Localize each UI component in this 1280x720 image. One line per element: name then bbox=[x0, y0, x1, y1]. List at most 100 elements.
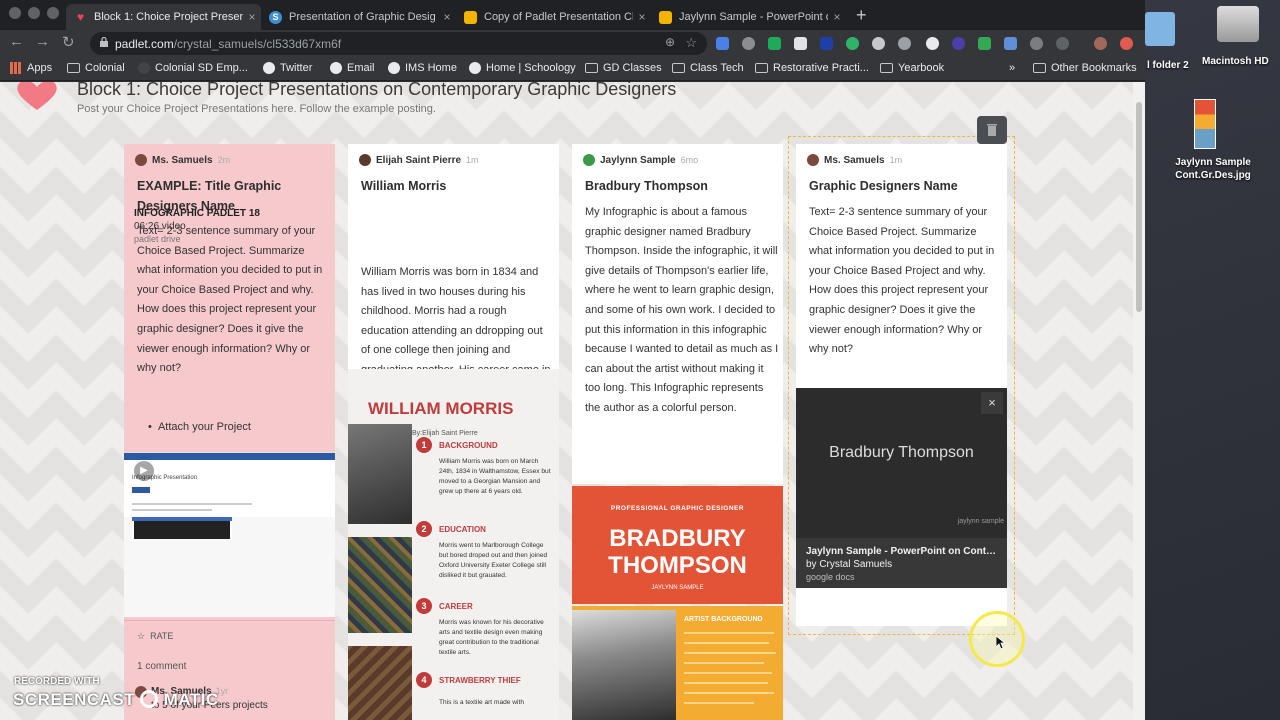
hard-drive-icon[interactable] bbox=[1217, 6, 1259, 42]
page-scrollbar[interactable] bbox=[1133, 82, 1145, 720]
bookmarks-overflow[interactable]: » bbox=[1009, 62, 1015, 74]
forward-arrow-icon[interactable]: → bbox=[35, 33, 50, 50]
trash-icon bbox=[987, 124, 997, 136]
bookmark-folder[interactable]: Class Tech bbox=[672, 62, 744, 74]
extension-icon[interactable] bbox=[820, 37, 833, 50]
apps-grid-icon bbox=[10, 62, 22, 74]
star-icon[interactable]: ☆ bbox=[685, 35, 697, 51]
tab-schoology[interactable]: S Presentation of Graphic Desig × bbox=[261, 4, 456, 30]
globe-icon bbox=[330, 62, 342, 74]
attachment-info: Jaylynn Sample - PowerPoint on Contem...… bbox=[796, 538, 1007, 588]
bookmarks-bar: Apps Colonial Colonial SD Emp... Twitter… bbox=[0, 57, 1145, 81]
post-bullet: • Attach your Project bbox=[148, 421, 251, 433]
william-morris-infographic[interactable]: WILLIAM MORRIS By:Elijah Saint Pierre 1 … bbox=[348, 369, 559, 720]
extension-icon[interactable] bbox=[952, 37, 965, 50]
bradbury-infographic-header[interactable]: PROFESSIONAL GRAPHIC DESIGNER BRADBURY T… bbox=[572, 486, 783, 604]
play-icon[interactable]: ▶ bbox=[134, 461, 154, 481]
post-author: Ms. Samuels 2m bbox=[135, 153, 230, 167]
zoom-window-icon[interactable] bbox=[47, 7, 59, 19]
bookmark-folder[interactable]: Restorative Practi... bbox=[755, 62, 869, 74]
schoology-icon bbox=[469, 62, 481, 74]
board-title: Block 1: Choice Project Presentations on… bbox=[77, 82, 677, 99]
close-tab-icon[interactable]: × bbox=[633, 10, 651, 24]
colonial-icon bbox=[138, 62, 150, 74]
attachment-thumbnail[interactable]: Infographic Presentation ▶ bbox=[124, 452, 335, 517]
update-icon[interactable] bbox=[1120, 37, 1133, 50]
back-arrow-icon[interactable]: ← bbox=[9, 33, 24, 50]
desktop-file-label: Jaylynn Sample Cont.Gr.Des.jpg bbox=[1175, 157, 1251, 181]
post-author: Jaylynn Sample 6mo bbox=[583, 153, 698, 167]
google-doc-attachment[interactable]: Bradbury Thompson jaylynn sample × Jayly… bbox=[796, 388, 1007, 588]
desktop: l folder 2 Macintosh HD Jaylynn Sample C… bbox=[1145, 0, 1280, 720]
tab-bar: ♥ Block 1: Choice Project Presen × S Pre… bbox=[0, 0, 1145, 30]
post-body: Text= 2-3 sentence summary of your Choic… bbox=[809, 206, 995, 356]
extension-icon[interactable] bbox=[1030, 37, 1043, 50]
attachment-source: padlet drive bbox=[134, 234, 181, 244]
post-card-william-morris[interactable]: Elijah Saint Pierre 1m William Morris Wi… bbox=[348, 144, 559, 415]
lock-icon bbox=[100, 37, 108, 47]
folder-icon bbox=[1033, 63, 1046, 73]
post-card-graphic-designer[interactable]: Ms. Samuels 1m Graphic Designers Name Te… bbox=[796, 144, 1007, 626]
folder-icon bbox=[585, 63, 598, 73]
remove-attachment-icon[interactable]: × bbox=[981, 392, 1003, 414]
extension-icon[interactable] bbox=[1004, 37, 1017, 50]
avatar bbox=[807, 154, 819, 166]
close-tab-icon[interactable]: × bbox=[828, 10, 846, 24]
attachment-title: INFOGRAPHIC PADLET 18 bbox=[134, 208, 260, 219]
tab-slides-jaylynn[interactable]: Jaylynn Sample - PowerPoint o × bbox=[651, 4, 846, 30]
bookmark-apps[interactable]: Apps bbox=[10, 62, 52, 74]
reload-icon[interactable]: ↻ bbox=[62, 33, 75, 51]
tab-padlet[interactable]: ♥ Block 1: Choice Project Presen × bbox=[66, 4, 261, 30]
extension-icon[interactable] bbox=[742, 37, 755, 50]
watermark-line1: RECORDED WITH bbox=[14, 676, 100, 687]
bookmark-link[interactable]: Twitter bbox=[263, 62, 312, 74]
close-tab-icon[interactable]: × bbox=[438, 10, 456, 24]
extension-icon[interactable] bbox=[978, 37, 991, 50]
extension-icon[interactable] bbox=[794, 37, 807, 50]
desktop-drive-label: Macintosh HD bbox=[1202, 56, 1269, 67]
post-card-bradbury-thompson[interactable]: Jaylynn Sample 6mo Bradbury Thompson My … bbox=[572, 144, 783, 484]
bradbury-infographic-body[interactable]: ARTIST BACKGROUND bbox=[572, 606, 783, 720]
close-tab-icon[interactable]: × bbox=[243, 10, 261, 24]
rate-button[interactable]: ☆ RATE bbox=[137, 631, 173, 642]
slides-icon bbox=[464, 10, 477, 24]
extension-icon[interactable] bbox=[926, 37, 939, 50]
textile-pattern bbox=[348, 646, 412, 720]
image-file-icon[interactable] bbox=[1194, 99, 1216, 149]
bookmark-link[interactable]: Colonial SD Emp... bbox=[138, 62, 248, 74]
new-tab-button[interactable]: + bbox=[856, 5, 867, 26]
bookmark-folder[interactable]: GD Classes bbox=[585, 62, 662, 74]
board-subtitle: Post your Choice Project Presentations h… bbox=[77, 103, 436, 115]
bookmark-folder[interactable]: Colonial bbox=[67, 62, 125, 74]
add-icon[interactable]: ⊕ bbox=[665, 35, 675, 49]
minimize-window-icon[interactable] bbox=[28, 7, 40, 19]
avatar bbox=[359, 154, 371, 166]
close-window-icon[interactable] bbox=[9, 7, 21, 19]
translate-extension-icon[interactable] bbox=[716, 37, 729, 50]
padlet-heart-icon bbox=[17, 82, 57, 110]
scrollbar-thumb[interactable] bbox=[1136, 102, 1142, 312]
post-card-example[interactable]: Ms. Samuels 2m EXAMPLE: Title Graphic De… bbox=[124, 144, 335, 720]
avatar bbox=[135, 154, 147, 166]
delete-post-button[interactable] bbox=[977, 116, 1007, 144]
extension-icon[interactable] bbox=[898, 37, 911, 50]
bookmark-folder[interactable]: Yearbook bbox=[880, 62, 944, 74]
heart-icon: ♥ bbox=[76, 10, 85, 24]
comment-count[interactable]: 1 comment bbox=[137, 661, 186, 672]
bookmark-link[interactable]: Home | Schoology bbox=[469, 62, 576, 74]
extension-icon[interactable] bbox=[872, 37, 885, 50]
address-bar[interactable]: padlet.com/crystal_samuels/cl533d67xm6f … bbox=[90, 32, 707, 55]
extension-icon[interactable] bbox=[768, 37, 781, 50]
desktop-folder-label: l folder 2 bbox=[1147, 60, 1189, 71]
bookmark-link[interactable]: Email bbox=[330, 62, 375, 74]
tab-slides-copy[interactable]: Copy of Padlet Presentation Ch × bbox=[456, 4, 651, 30]
bookmark-link[interactable]: IMS Home bbox=[388, 62, 457, 74]
bookmark-other[interactable]: Other Bookmarks bbox=[1033, 62, 1137, 74]
folder-icon[interactable] bbox=[1145, 12, 1175, 46]
globe-icon bbox=[388, 62, 400, 74]
schoology-extension-icon[interactable] bbox=[1056, 37, 1069, 50]
profile-avatar[interactable] bbox=[1094, 37, 1107, 50]
extension-icon[interactable] bbox=[846, 37, 859, 50]
attachment-card[interactable] bbox=[124, 517, 335, 617]
browser-toolbar: ← → ↻ padlet.com/crystal_samuels/cl533d6… bbox=[0, 30, 1145, 57]
